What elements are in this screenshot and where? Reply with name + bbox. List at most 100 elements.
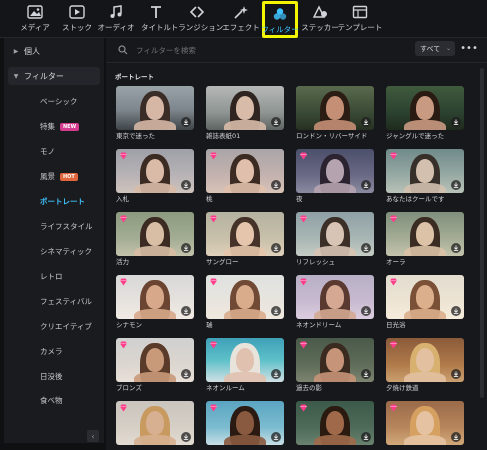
sidebar-item-after-sunset[interactable]: 日没後 — [40, 371, 63, 382]
download-icon[interactable] — [181, 117, 191, 127]
sidebar-item-food[interactable]: 食べ物 — [40, 395, 63, 406]
sidebar-personal[interactable]: ▶ 個人 — [8, 42, 100, 60]
filter-card[interactable]: 瑞 — [206, 275, 284, 330]
toolbar-title[interactable]: タイトル — [140, 3, 172, 37]
download-icon[interactable] — [271, 243, 281, 253]
filter-card-label: リフレッシュ — [296, 258, 335, 266]
filter-card[interactable]: 東京で迷った — [116, 86, 194, 141]
sidebar-item-portrait[interactable]: ポートレート — [40, 196, 85, 207]
filter-card[interactable]: 入札 — [116, 149, 194, 204]
sidebar-item-basic[interactable]: ベーシック — [40, 96, 77, 107]
filter-card-label: 瑞 — [206, 321, 213, 329]
filter-card[interactable]: ジャングルで迷った — [386, 86, 464, 141]
download-icon[interactable] — [451, 180, 461, 190]
download-icon[interactable] — [181, 432, 191, 442]
filter-card[interactable]: オーラ — [386, 212, 464, 267]
filter-card[interactable]: あなたはクールです — [386, 149, 464, 204]
sidebar-item-creative[interactable]: クリエイティブ — [40, 321, 92, 332]
filter-card[interactable] — [296, 401, 374, 447]
download-icon[interactable] — [271, 432, 281, 442]
download-icon[interactable] — [181, 369, 191, 379]
download-icon[interactable] — [361, 306, 371, 316]
sidebar-item-landscape[interactable]: 風景 HOT — [40, 171, 78, 182]
filter-card-label: 夕焼け鉄道 — [386, 384, 419, 392]
premium-gem-icon — [300, 152, 307, 160]
filter-card[interactable]: ネオンルーム — [206, 338, 284, 393]
download-icon[interactable] — [361, 180, 371, 190]
filter-card[interactable]: 過去の影 — [296, 338, 374, 393]
download-icon[interactable] — [181, 243, 191, 253]
download-icon[interactable] — [271, 306, 281, 316]
portrait-face — [146, 159, 164, 183]
download-icon[interactable] — [271, 117, 281, 127]
scrollbar[interactable] — [480, 68, 484, 398]
download-icon[interactable] — [181, 180, 191, 190]
sidebar-item-retro[interactable]: レトロ — [40, 271, 63, 282]
portrait-face — [416, 285, 434, 309]
sidebar-item-mono[interactable]: モノ — [40, 146, 55, 157]
filter-thumbnail — [386, 401, 464, 445]
search-input[interactable]: フィルターを検索 — [112, 42, 312, 58]
filter-card[interactable] — [386, 401, 464, 447]
filter-card[interactable] — [116, 401, 194, 447]
filter-card[interactable]: 桃 — [206, 149, 284, 204]
filter-card[interactable]: 夜 — [296, 149, 374, 204]
toolbar-effect[interactable]: エフェクト — [222, 3, 260, 37]
toolbar-template[interactable]: テンプレート — [338, 3, 382, 37]
filter-card[interactable]: サングロー — [206, 212, 284, 267]
sidebar-item-label: ベーシック — [40, 97, 78, 106]
download-icon[interactable] — [361, 243, 371, 253]
filter-thumbnail — [296, 149, 374, 193]
download-icon[interactable] — [361, 432, 371, 442]
portrait-face — [326, 159, 344, 183]
download-icon[interactable] — [271, 180, 281, 190]
download-icon[interactable] — [451, 243, 461, 253]
filter-card[interactable]: 活力 — [116, 212, 194, 267]
filter-card[interactable]: ロンドン・リバーサイド — [296, 86, 374, 141]
sidebar-filters[interactable]: ▼ フィルター — [8, 67, 100, 85]
collapse-sidebar-button[interactable]: ‹ — [87, 430, 99, 442]
filter-card-label: 日光浴 — [386, 321, 406, 329]
toolbar-stock[interactable]: ストック — [62, 3, 92, 37]
more-options-button[interactable]: ••• — [460, 41, 478, 56]
sidebar-item-featured[interactable]: 特集 NEW — [40, 121, 80, 132]
filter-card[interactable]: 日光浴 — [386, 275, 464, 330]
filter-card[interactable]: ブロンズ — [116, 338, 194, 393]
portrait-shoulders — [134, 183, 176, 193]
toolbar-audio[interactable]: オーディオ — [98, 3, 135, 37]
toolbar-sticker[interactable]: ステッカー — [301, 3, 339, 37]
filter-card[interactable] — [206, 401, 284, 447]
sidebar-item-festival[interactable]: フェスティバル — [40, 296, 92, 307]
download-icon[interactable] — [451, 369, 461, 379]
toolbar-transition[interactable]: トランジション — [171, 3, 223, 37]
download-icon[interactable] — [181, 306, 191, 316]
download-icon[interactable] — [271, 369, 281, 379]
filter-card[interactable]: 夕焼け鉄道 — [386, 338, 464, 393]
filter-card[interactable]: リフレッシュ — [296, 212, 374, 267]
toolbar-filter[interactable]: フィルター — [261, 1, 299, 38]
download-icon[interactable] — [451, 432, 461, 442]
category-select-value: すべて — [420, 44, 441, 53]
premium-gem-icon — [120, 341, 127, 349]
portrait-face — [416, 348, 434, 372]
category-select[interactable]: すべて ⌄ — [415, 41, 455, 56]
filter-card[interactable]: シナモン — [116, 275, 194, 330]
portrait-face — [146, 411, 164, 435]
chevron-down-icon: ⌄ — [445, 45, 451, 52]
download-icon[interactable] — [451, 117, 461, 127]
download-icon[interactable] — [361, 369, 371, 379]
portrait-face — [146, 222, 164, 246]
portrait-shoulders — [134, 120, 176, 130]
sidebar-item-lifestyle[interactable]: ライフスタイル — [40, 221, 93, 232]
filter-card[interactable]: ネオンドリーム — [296, 275, 374, 330]
search-icon — [118, 45, 128, 55]
toolbar-media[interactable]: メディア — [20, 3, 50, 37]
sidebar-item-cinematic[interactable]: シネマティック — [40, 246, 92, 257]
filter-card[interactable]: 雑誌表紙01 — [206, 86, 284, 141]
filter-card-label: ブロンズ — [116, 384, 142, 392]
download-icon[interactable] — [361, 117, 371, 127]
effect-icon — [231, 3, 251, 21]
portrait-shoulders — [404, 309, 446, 319]
sidebar-item-camera[interactable]: カメラ — [40, 346, 63, 357]
download-icon[interactable] — [451, 306, 461, 316]
